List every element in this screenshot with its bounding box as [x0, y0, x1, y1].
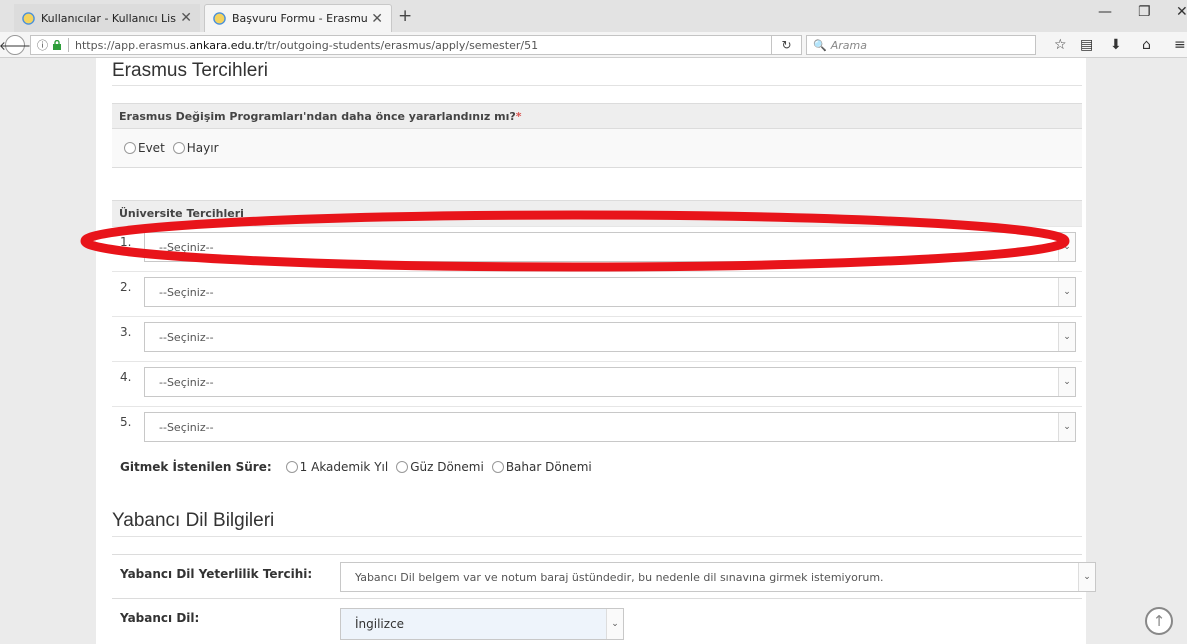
- proficiency-label: Yabancı Dil Yeterlilik Tercihi:: [120, 567, 313, 581]
- menu-icon[interactable]: ≡: [1174, 37, 1186, 53]
- tab-users-list[interactable]: Kullanıcılar - Kullanıcı List... ✕: [14, 4, 200, 32]
- radio-no[interactable]: [172, 142, 185, 154]
- previous-participation-options: Evet Hayır: [112, 129, 1082, 168]
- erasmus-preferences-title: Erasmus Tercihleri: [112, 60, 268, 81]
- chevron-down-icon: ⌄: [1058, 233, 1075, 261]
- new-tab-icon[interactable]: +: [398, 6, 412, 26]
- url-bar[interactable]: ⓘ https://app.erasmus. ankara.edu.tr/tr/o…: [30, 35, 772, 55]
- university-preference-row: 3. --Seçiniz-- ⌄: [112, 316, 1082, 360]
- duration-label: Gitmek İstenilen Süre:: [120, 460, 272, 474]
- duration-row: Gitmek İstenilen Süre: 1 Akademik Yıl Gü…: [120, 460, 600, 474]
- reload-button[interactable]: ↻: [772, 35, 802, 55]
- chevron-down-icon: ⌄: [1058, 413, 1075, 441]
- proficiency-row: Yabancı Dil Yeterlilik Tercihi: Yabancı …: [112, 554, 1096, 598]
- chevron-down-icon: ⌄: [606, 609, 623, 639]
- question-text: Erasmus Değişim Programları'ndan daha ön…: [119, 109, 516, 123]
- tab-close-icon[interactable]: ✕: [180, 10, 192, 26]
- reading-list-icon[interactable]: ▤: [1080, 37, 1093, 53]
- university-preference-row: 1. --Seçiniz-- ⌄: [112, 226, 1082, 270]
- tab-close-icon[interactable]: ✕: [371, 11, 383, 27]
- university-select-2[interactable]: --Seçiniz-- ⌄: [144, 277, 1076, 307]
- chevron-down-icon: ⌄: [1058, 368, 1075, 396]
- university-preference-row: 5. --Seçiniz-- ⌄: [112, 406, 1082, 450]
- info-icon[interactable]: ⓘ: [37, 37, 48, 53]
- divider: [112, 85, 1082, 86]
- tab-label: Başvuru Formu - Erasmus...: [232, 12, 368, 25]
- home-icon[interactable]: ⌂: [1142, 37, 1151, 53]
- navigation-bar: 🡐 ⓘ https://app.erasmus. ankara.edu.tr/tr…: [0, 32, 1187, 58]
- radio-spring-semester-label[interactable]: Bahar Dönemi: [506, 460, 592, 474]
- foreign-language-title: Yabancı Dil Bilgileri: [112, 510, 275, 531]
- chevron-down-icon: ⌄: [1058, 278, 1075, 306]
- previous-participation-question: Erasmus Değişim Programları'ndan daha ön…: [112, 103, 1082, 129]
- language-row: Yabancı Dil: İngilizce ⌄: [112, 598, 1082, 644]
- select-value: --Seçiniz--: [159, 375, 214, 389]
- select-value: Yabancı Dil belgem var ve notum baraj üs…: [355, 570, 884, 584]
- close-window-icon[interactable]: ✕: [1176, 4, 1187, 20]
- url-separator: [68, 38, 69, 52]
- select-value: --Seçiniz--: [159, 285, 214, 299]
- university-select-3[interactable]: --Seçiniz-- ⌄: [144, 322, 1076, 352]
- radio-fall-semester[interactable]: [396, 461, 409, 473]
- minimize-icon[interactable]: —: [1098, 4, 1112, 20]
- download-icon[interactable]: ⬇: [1110, 37, 1122, 53]
- url-prefix: https://app.erasmus.: [75, 38, 190, 52]
- university-select-5[interactable]: --Seçiniz-- ⌄: [144, 412, 1076, 442]
- radio-academic-year[interactable]: [285, 461, 298, 473]
- url-path: /tr/outgoing-students/erasmus/apply/seme…: [263, 38, 539, 52]
- select-value: --Seçiniz--: [159, 330, 214, 344]
- preference-number: 5.: [120, 415, 132, 429]
- university-preference-row: 2. --Seçiniz-- ⌄: [112, 271, 1082, 315]
- select-value: İngilizce: [355, 617, 405, 631]
- radio-yes[interactable]: [124, 142, 136, 154]
- search-icon: 🔍: [813, 38, 827, 52]
- select-value: --Seçiniz--: [159, 240, 214, 254]
- tab-label: Kullanıcılar - Kullanıcı List...: [41, 11, 177, 25]
- scroll-to-top-button[interactable]: ↑: [1145, 607, 1173, 635]
- university-preferences-heading: Üniversite Tercihleri: [112, 200, 1082, 226]
- restore-icon[interactable]: ❐: [1138, 4, 1151, 20]
- preference-number: 4.: [120, 370, 132, 384]
- application-form: Erasmus Tercihleri Erasmus Değişim Progr…: [96, 58, 1096, 644]
- back-button[interactable]: 🡐: [0, 35, 31, 55]
- preference-number: 3.: [120, 325, 132, 339]
- arrow-up-icon: ↑: [1152, 612, 1166, 630]
- search-input[interactable]: 🔍 Arama: [806, 35, 1036, 55]
- university-preference-row: 4. --Seçiniz-- ⌄: [112, 361, 1082, 405]
- erasmus-favicon-icon: [213, 12, 226, 25]
- radio-no-label[interactable]: Hayır: [187, 141, 219, 155]
- radio-spring-semester[interactable]: [491, 461, 504, 473]
- proficiency-select[interactable]: Yabancı Dil belgem var ve notum baraj üs…: [340, 562, 1096, 592]
- tab-strip: Kullanıcılar - Kullanıcı List... ✕ Başvu…: [0, 0, 1187, 32]
- erasmus-favicon-icon: [22, 11, 35, 25]
- required-marker: *: [515, 109, 522, 123]
- chevron-down-icon: ⌄: [1058, 323, 1075, 351]
- lock-icon: [53, 40, 61, 50]
- url-domain: ankara.edu.tr: [189, 38, 264, 52]
- radio-academic-year-label[interactable]: 1 Akademik Yıl: [300, 460, 389, 474]
- language-label: Yabancı Dil:: [120, 611, 200, 625]
- radio-yes-label[interactable]: Evet: [138, 141, 165, 155]
- select-value: --Seçiniz--: [159, 420, 214, 434]
- heading-text: Üniversite Tercihleri: [119, 207, 244, 220]
- back-arrow-icon: 🡐: [0, 38, 32, 53]
- bookmark-star-icon[interactable]: ☆: [1054, 37, 1067, 53]
- divider: [112, 536, 1082, 537]
- language-select[interactable]: İngilizce ⌄: [340, 608, 624, 640]
- search-placeholder: Arama: [830, 38, 867, 52]
- university-select-4[interactable]: --Seçiniz-- ⌄: [144, 367, 1076, 397]
- radio-fall-semester-label[interactable]: Güz Dönemi: [410, 460, 484, 474]
- preference-number: 2.: [120, 280, 132, 294]
- chevron-down-icon: ⌄: [1078, 563, 1095, 591]
- university-select-1[interactable]: --Seçiniz-- ⌄: [144, 232, 1076, 262]
- tab-application-form[interactable]: Başvuru Formu - Erasmus... ✕: [204, 4, 392, 32]
- reload-icon: ↻: [781, 38, 792, 52]
- preference-number: 1.: [120, 235, 132, 249]
